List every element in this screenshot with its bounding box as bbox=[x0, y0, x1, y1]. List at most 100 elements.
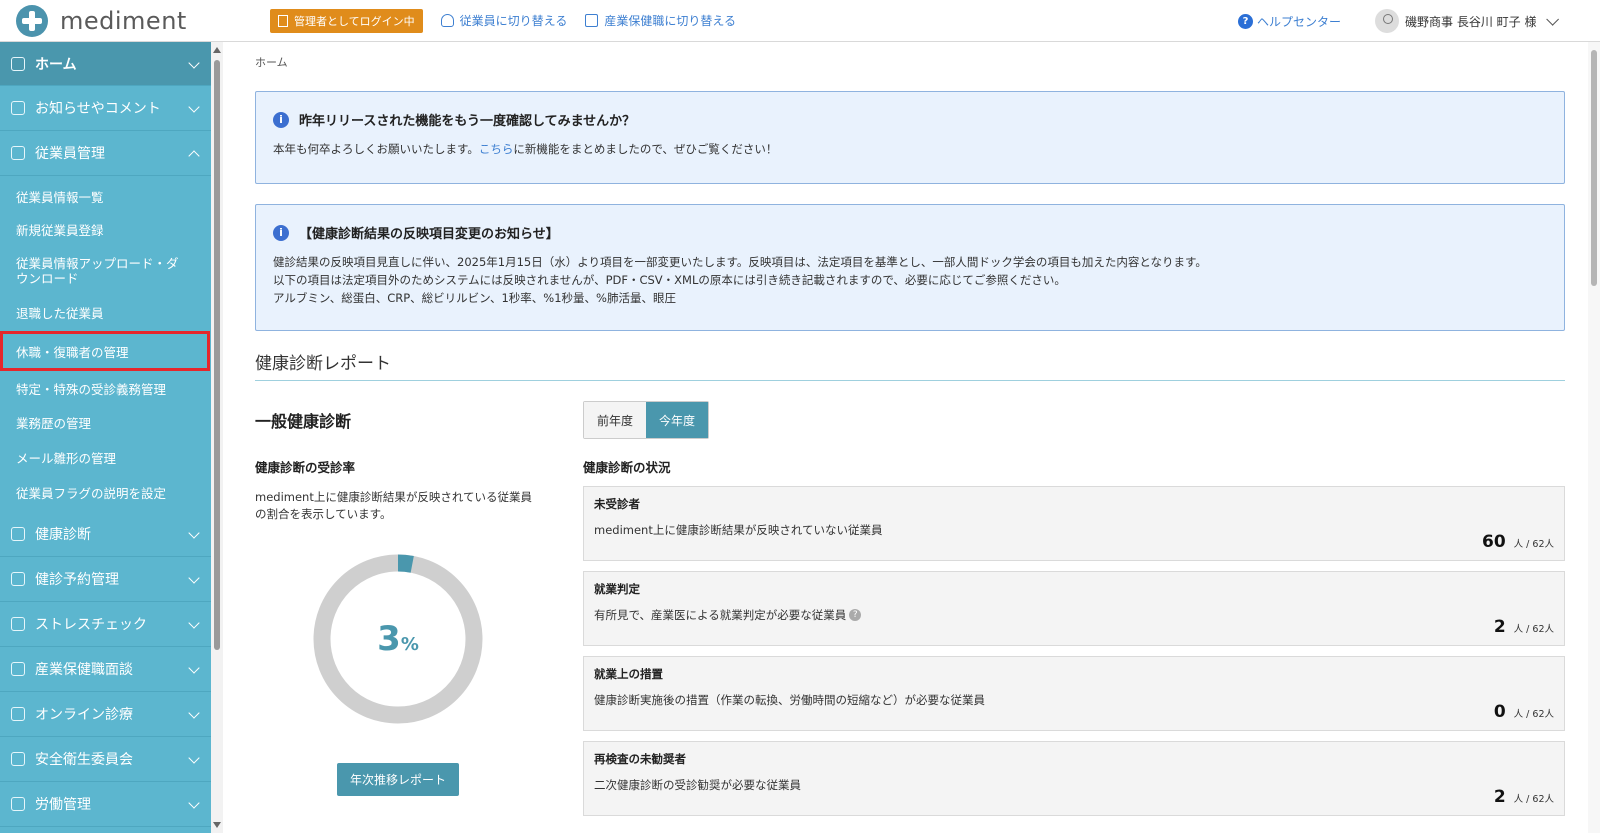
chevron-down-icon bbox=[188, 752, 200, 764]
year-tabs: 前年度 今年度 bbox=[583, 401, 709, 439]
scroll-thumb[interactable] bbox=[214, 60, 220, 650]
card-count: 2 bbox=[1493, 787, 1506, 807]
card-description-text: mediment上に健康診断結果が反映されていない従業員 bbox=[594, 523, 883, 537]
tab-current-year[interactable]: 今年度 bbox=[646, 402, 708, 438]
status-card-work-measures[interactable]: 就業上の措置 健康診断実施後の措置（作業の転換、労働時間の短縮など）が必要な従業… bbox=[583, 656, 1565, 731]
rate-description: mediment上に健康診断結果が反映されている従業員の割合を表示しています。 bbox=[255, 490, 533, 521]
interview-icon bbox=[11, 662, 25, 676]
user-name: 磯野商事 長谷川 町子 様 bbox=[1405, 14, 1537, 29]
logo[interactable]: mediment bbox=[16, 4, 256, 37]
users-icon bbox=[11, 146, 25, 160]
notice-body: 本年も何卒よろしくお願いいたします。こちらに新機能をまとめましたので、ぜひご覧く… bbox=[273, 140, 1548, 158]
avatar bbox=[1375, 9, 1399, 33]
sidebar-item-label: 産業保健職面談 bbox=[35, 662, 133, 678]
rate-donut-chart: 3 % bbox=[312, 553, 484, 725]
sidebar-item-safety-committee[interactable]: 安全衛生委員会 bbox=[0, 737, 211, 782]
building-icon bbox=[278, 14, 288, 27]
annual-report-button[interactable]: 年次推移レポート bbox=[337, 763, 459, 796]
sidebar-item-occupational-interview[interactable]: 産業保健職面談 bbox=[0, 647, 211, 692]
card-description-text: 有所見で、産業医による就業判定が必要な従業員 bbox=[594, 608, 847, 622]
sidebar-item-health-checkup[interactable]: 健康診断 bbox=[0, 512, 211, 557]
switch-to-occupational-link[interactable]: 産業保健職に切り替える bbox=[585, 12, 736, 29]
sidebar-item-employee-management[interactable]: 従業員管理 bbox=[0, 131, 211, 176]
sidebar-subitem-employee-list[interactable]: 従業員情報一覧 bbox=[0, 180, 211, 212]
info-icon: i bbox=[273, 224, 289, 241]
sidebar-scrollbar[interactable] bbox=[211, 42, 223, 833]
notice-line: 以下の項目は法定項目外のためシステムには反映されませんが、PDF・CSV・XML… bbox=[273, 273, 1066, 287]
sidebar: ホーム お知らせやコメント 従業員管理 従業員情報一覧 新規従業員登録 従業員情… bbox=[0, 42, 211, 833]
status-card-unexamined[interactable]: 未受診者 mediment上に健康診断結果が反映されていない従業員 60 人 / … bbox=[583, 486, 1565, 561]
chevron-down-icon bbox=[188, 527, 200, 539]
sidebar-subitem-upload-download[interactable]: 従業員情報アップロード・ダウンロード bbox=[0, 247, 180, 295]
status-card-reexam-recommendation[interactable]: 再検査の未勧奨者 二次健康診断の受診勧奨が必要な従業員 2 人 / 62人 bbox=[583, 741, 1565, 816]
card-total: 人 / 62人 bbox=[1513, 539, 1554, 550]
sidebar-subitem-work-history[interactable]: 業務歴の管理 bbox=[0, 405, 211, 440]
tab-previous-year[interactable]: 前年度 bbox=[584, 402, 646, 438]
book-icon bbox=[585, 14, 599, 27]
main-scrollbar[interactable] bbox=[1588, 42, 1600, 833]
chevron-down-icon bbox=[188, 662, 200, 674]
sidebar-item-labor-management[interactable]: 労働管理 bbox=[0, 782, 211, 827]
sidebar-item-stress-check[interactable]: ストレスチェック bbox=[0, 602, 211, 647]
status-title: 健康診断の状況 bbox=[583, 460, 671, 475]
help-center-link[interactable]: ? ヘルプセンター bbox=[1238, 13, 1341, 30]
main-content: ホーム i 昨年リリースされた機能をもう一度確認してみませんか？ 本年も何卒よろ… bbox=[255, 42, 1565, 816]
card-description-text: 二次健康診断の受診勧奨が必要な従業員 bbox=[594, 778, 801, 792]
stethoscope-icon bbox=[11, 527, 25, 541]
switch-employee-label: 従業員に切り替える bbox=[459, 14, 568, 28]
logo-plus-icon bbox=[16, 4, 48, 37]
card-title: 未受診者 bbox=[594, 497, 640, 511]
card-title: 再検査の未勧奨者 bbox=[594, 752, 686, 766]
sidebar-subitem-employee-flags[interactable]: 従業員フラグの説明を設定 bbox=[0, 475, 211, 510]
sidebar-item-label: 従業員管理 bbox=[35, 146, 105, 162]
sidebar-item-checkup-reservation[interactable]: 健診予約管理 bbox=[0, 557, 211, 602]
logo-text: mediment bbox=[60, 6, 187, 35]
card-total: 人 / 62人 bbox=[1513, 794, 1554, 805]
stethoscope-icon bbox=[11, 572, 25, 586]
notice-body-text: に新機能をまとめましたので、ぜひご覧ください！ bbox=[513, 142, 778, 156]
sidebar-subitem-mail-templates[interactable]: メール雛形の管理 bbox=[0, 440, 211, 475]
home-icon bbox=[11, 56, 25, 71]
sidebar-subitem-retired[interactable]: 退職した従業員 bbox=[0, 295, 211, 330]
card-description: 健康診断実施後の措置（作業の転換、労働時間の短縮など）が必要な従業員 bbox=[594, 692, 1554, 708]
sidebar-subitem-special-exam[interactable]: 特定・特殊の受診義務管理 bbox=[0, 371, 211, 405]
sidebar-item-notifications[interactable]: お知らせやコメント bbox=[0, 86, 211, 131]
breadcrumb[interactable]: ホーム bbox=[255, 54, 1565, 70]
card-count: 0 bbox=[1493, 702, 1506, 722]
card-count: 2 bbox=[1493, 617, 1506, 637]
switch-to-employee-link[interactable]: 従業員に切り替える bbox=[440, 12, 568, 29]
notice-title: 昨年リリースされた機能をもう一度確認してみませんか？ bbox=[299, 114, 636, 129]
chevron-down-icon bbox=[188, 101, 200, 113]
general-checkup-title: 一般健康診断 bbox=[255, 412, 352, 431]
chevron-down-icon bbox=[188, 57, 200, 69]
sidebar-item-home[interactable]: ホーム bbox=[0, 42, 211, 86]
document-icon bbox=[11, 752, 25, 766]
question-icon[interactable]: ? bbox=[849, 609, 862, 621]
user-menu[interactable]: 磯野商事 長谷川 町子 様 bbox=[1375, 9, 1560, 33]
rate-unit: % bbox=[400, 633, 419, 655]
notice-line: 健診結果の反映項目見直しに伴い、2025年1月15日（水）より項目を一部変更いた… bbox=[273, 255, 1207, 269]
info-icon: i bbox=[273, 111, 289, 128]
status-card-work-judgment[interactable]: 就業判定 有所見で、産業医による就業判定が必要な従業員? 2 人 / 62人 bbox=[583, 571, 1565, 646]
admin-badge-label: 管理者としてログイン中 bbox=[294, 14, 415, 28]
scroll-thumb[interactable] bbox=[1591, 50, 1597, 286]
section-title: 健康診断レポート bbox=[255, 349, 1565, 381]
sidebar-subitem-new-employee[interactable]: 新規従業員登録 bbox=[0, 212, 211, 247]
card-title: 就業判定 bbox=[594, 582, 640, 596]
chevron-down-icon bbox=[188, 572, 200, 584]
sidebar-item-label: ホーム bbox=[35, 56, 77, 73]
help-icon: ? bbox=[1238, 14, 1253, 29]
card-description: mediment上に健康診断結果が反映されていない従業員 bbox=[594, 522, 1554, 538]
rate-value: 3 bbox=[377, 619, 401, 659]
sidebar-item-online-consultation[interactable]: オンライン診療 bbox=[0, 692, 211, 737]
sidebar-subitem-leave-management[interactable]: 休職・復職者の管理 bbox=[0, 331, 210, 371]
notice-title: 【健康診断結果の反映項目変更のお知らせ】 bbox=[299, 227, 559, 242]
checkup-status-panel: 健康診断の状況 未受診者 mediment上に健康診断結果が反映されていない従業… bbox=[583, 457, 1565, 816]
sidebar-item-label: お知らせやコメント bbox=[35, 101, 161, 117]
scroll-down-arrow-icon[interactable] bbox=[213, 822, 221, 828]
new-features-link[interactable]: こちら bbox=[479, 142, 514, 156]
monitor-icon bbox=[11, 707, 25, 721]
scroll-up-arrow-icon[interactable] bbox=[213, 47, 221, 53]
card-title: 就業上の措置 bbox=[594, 667, 663, 681]
notice-body-text: 本年も何卒よろしくお願いいたします。 bbox=[273, 142, 479, 156]
